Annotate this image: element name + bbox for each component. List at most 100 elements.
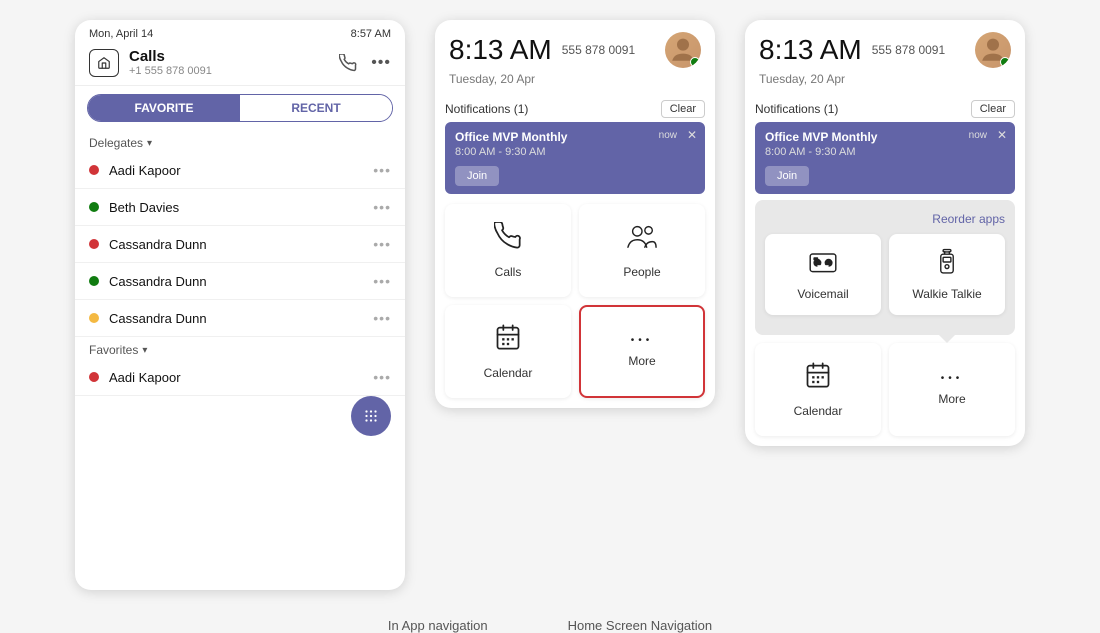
right-calendar-icon bbox=[804, 361, 832, 396]
calendar-icon bbox=[494, 323, 522, 358]
mid-phone: 8:13 AM 555 878 0091 Tuesday, 20 Apr Not… bbox=[435, 20, 715, 408]
contact-list-container: Delegates ▾ Aadi Kapoor•••Beth Davies•••… bbox=[75, 130, 405, 590]
status-dot bbox=[89, 372, 99, 382]
phone-icon[interactable] bbox=[339, 54, 357, 72]
date-left: Mon, April 14 bbox=[89, 28, 153, 40]
mid-app-calendar[interactable]: Calendar bbox=[445, 305, 571, 398]
contact-name: Cassandra Dunn bbox=[109, 311, 373, 326]
voicemail-label: Voicemail bbox=[797, 287, 848, 301]
right-calendar-label: Calendar bbox=[794, 404, 843, 418]
popup-voicemail[interactable]: Voicemail bbox=[765, 234, 881, 315]
home-icon[interactable] bbox=[89, 49, 119, 77]
status-dot bbox=[89, 313, 99, 323]
right-top-bar: 8:13 AM 555 878 0091 bbox=[745, 20, 1025, 72]
left-phone: Mon, April 14 8:57 AM Calls +1 555 878 0… bbox=[75, 20, 405, 590]
mid-notif-section: Notifications (1) Clear Office MVP Month… bbox=[445, 100, 705, 194]
mid-join-btn[interactable]: Join bbox=[455, 166, 499, 186]
right-phone: 8:13 AM 555 878 0091 Tuesday, 20 Apr Not… bbox=[745, 20, 1025, 446]
mid-top-bar: 8:13 AM 555 878 0091 bbox=[435, 20, 715, 72]
mid-phone-number: 555 878 0091 bbox=[562, 43, 655, 57]
status-dot bbox=[89, 202, 99, 212]
mid-clear-btn[interactable]: Clear bbox=[661, 100, 705, 118]
nav-icons: ••• bbox=[339, 54, 391, 72]
contact-more-icon[interactable]: ••• bbox=[373, 162, 391, 178]
mid-time-large: 8:13 AM bbox=[449, 34, 552, 66]
left-caption: In App navigation bbox=[388, 618, 488, 633]
favorites-label: Favorites ▾ bbox=[75, 337, 405, 359]
mid-date: Tuesday, 20 Apr bbox=[435, 72, 715, 94]
contact-row[interactable]: Cassandra Dunn••• bbox=[75, 263, 405, 300]
mid-notif-time-range: 8:00 AM - 9:30 AM bbox=[455, 146, 695, 158]
people-icon bbox=[627, 222, 657, 257]
reorder-apps-btn[interactable]: Reorder apps bbox=[755, 206, 1015, 230]
mid-calls-label: Calls bbox=[495, 265, 522, 279]
contact-more-icon[interactable]: ••• bbox=[373, 199, 391, 215]
mid-notif-header: Notifications (1) Clear bbox=[445, 100, 705, 118]
nav-header-left: Calls +1 555 878 0091 ••• bbox=[75, 44, 405, 86]
mid-app-more[interactable]: ••• More bbox=[579, 305, 705, 398]
contact-row[interactable]: Beth Davies••• bbox=[75, 189, 405, 226]
favorites-list: Aadi Kapoor••• bbox=[75, 359, 405, 396]
contacts-list: Aadi Kapoor•••Beth Davies•••Cassandra Du… bbox=[75, 152, 405, 337]
right-notif-close-icon[interactable]: ✕ bbox=[997, 128, 1007, 142]
more-icon: ••• bbox=[631, 335, 654, 346]
tab-recent[interactable]: RECENT bbox=[240, 95, 392, 121]
contact-name: Aadi Kapoor bbox=[109, 163, 373, 178]
mid-app-grid: Calls People bbox=[445, 204, 705, 398]
contact-more-icon[interactable]: ••• bbox=[373, 236, 391, 252]
calls-icon bbox=[494, 222, 522, 257]
right-bottom-grid: Calendar ••• More bbox=[755, 343, 1015, 436]
favorite-row[interactable]: Aadi Kapoor••• bbox=[75, 359, 405, 396]
walkie-talkie-label: Walkie Talkie bbox=[912, 287, 981, 301]
popup-area: Reorder apps Voicemail bbox=[755, 200, 1015, 335]
contact-row[interactable]: Cassandra Dunn••• bbox=[75, 300, 405, 337]
right-notif-time-tag: now bbox=[969, 130, 987, 141]
right-clear-btn[interactable]: Clear bbox=[971, 100, 1015, 118]
nav-title: Calls bbox=[129, 48, 339, 65]
dialpad-icon bbox=[362, 407, 380, 425]
right-join-btn[interactable]: Join bbox=[765, 166, 809, 186]
mid-calendar-label: Calendar bbox=[484, 366, 533, 380]
right-time-large: 8:13 AM bbox=[759, 34, 862, 66]
more-dots-icon[interactable]: ••• bbox=[371, 54, 391, 72]
captions-section: In App navigation Home Screen Navigation bbox=[0, 618, 1100, 633]
delegates-label: Delegates ▾ bbox=[75, 130, 405, 152]
tab-row: FAVORITE RECENT bbox=[87, 94, 393, 122]
popup-walkie-talkie[interactable]: Walkie Talkie bbox=[889, 234, 1005, 315]
right-phone-number: 555 878 0091 bbox=[872, 43, 965, 57]
right-avatar bbox=[975, 32, 1011, 68]
status-bar-left: Mon, April 14 8:57 AM bbox=[75, 20, 405, 44]
right-app-more[interactable]: ••• More bbox=[889, 343, 1015, 436]
contact-more-icon[interactable]: ••• bbox=[373, 273, 391, 289]
mid-notif-time-tag: now bbox=[659, 130, 677, 141]
right-date: Tuesday, 20 Apr bbox=[745, 72, 1025, 94]
online-badge bbox=[690, 57, 700, 67]
status-dot bbox=[89, 276, 99, 286]
right-notif-section: Notifications (1) Clear Office MVP Month… bbox=[755, 100, 1015, 194]
walkie-talkie-icon bbox=[933, 248, 961, 281]
contact-row[interactable]: Cassandra Dunn••• bbox=[75, 226, 405, 263]
tab-favorite[interactable]: FAVORITE bbox=[88, 95, 240, 121]
mid-avatar bbox=[665, 32, 701, 68]
contact-name: Cassandra Dunn bbox=[109, 274, 373, 289]
contact-more-icon[interactable]: ••• bbox=[373, 310, 391, 326]
right-more-icon: ••• bbox=[941, 373, 964, 384]
mid-notif-card: Office MVP Monthly now ✕ 8:00 AM - 9:30 … bbox=[445, 122, 705, 194]
mid-app-calls[interactable]: Calls bbox=[445, 204, 571, 297]
right-online-badge bbox=[1000, 57, 1010, 67]
mid-notif-close-icon[interactable]: ✕ bbox=[687, 128, 697, 142]
right-notif-header: Notifications (1) Clear bbox=[755, 100, 1015, 118]
right-notif-card: Office MVP Monthly now ✕ 8:00 AM - 9:30 … bbox=[755, 122, 1015, 194]
right-notif-time-range: 8:00 AM - 9:30 AM bbox=[765, 146, 1005, 158]
time-left: 8:57 AM bbox=[351, 28, 391, 40]
favorite-more-icon[interactable]: ••• bbox=[373, 369, 391, 385]
right-caption: Home Screen Navigation bbox=[568, 618, 713, 633]
fab-button[interactable] bbox=[351, 396, 391, 436]
contact-row[interactable]: Aadi Kapoor••• bbox=[75, 152, 405, 189]
mid-people-label: People bbox=[623, 265, 660, 279]
right-notif-title: Notifications (1) bbox=[755, 102, 838, 116]
nav-subtitle: +1 555 878 0091 bbox=[129, 65, 339, 77]
mid-app-people[interactable]: People bbox=[579, 204, 705, 297]
nav-title-group: Calls +1 555 878 0091 bbox=[129, 48, 339, 77]
right-app-calendar[interactable]: Calendar bbox=[755, 343, 881, 436]
